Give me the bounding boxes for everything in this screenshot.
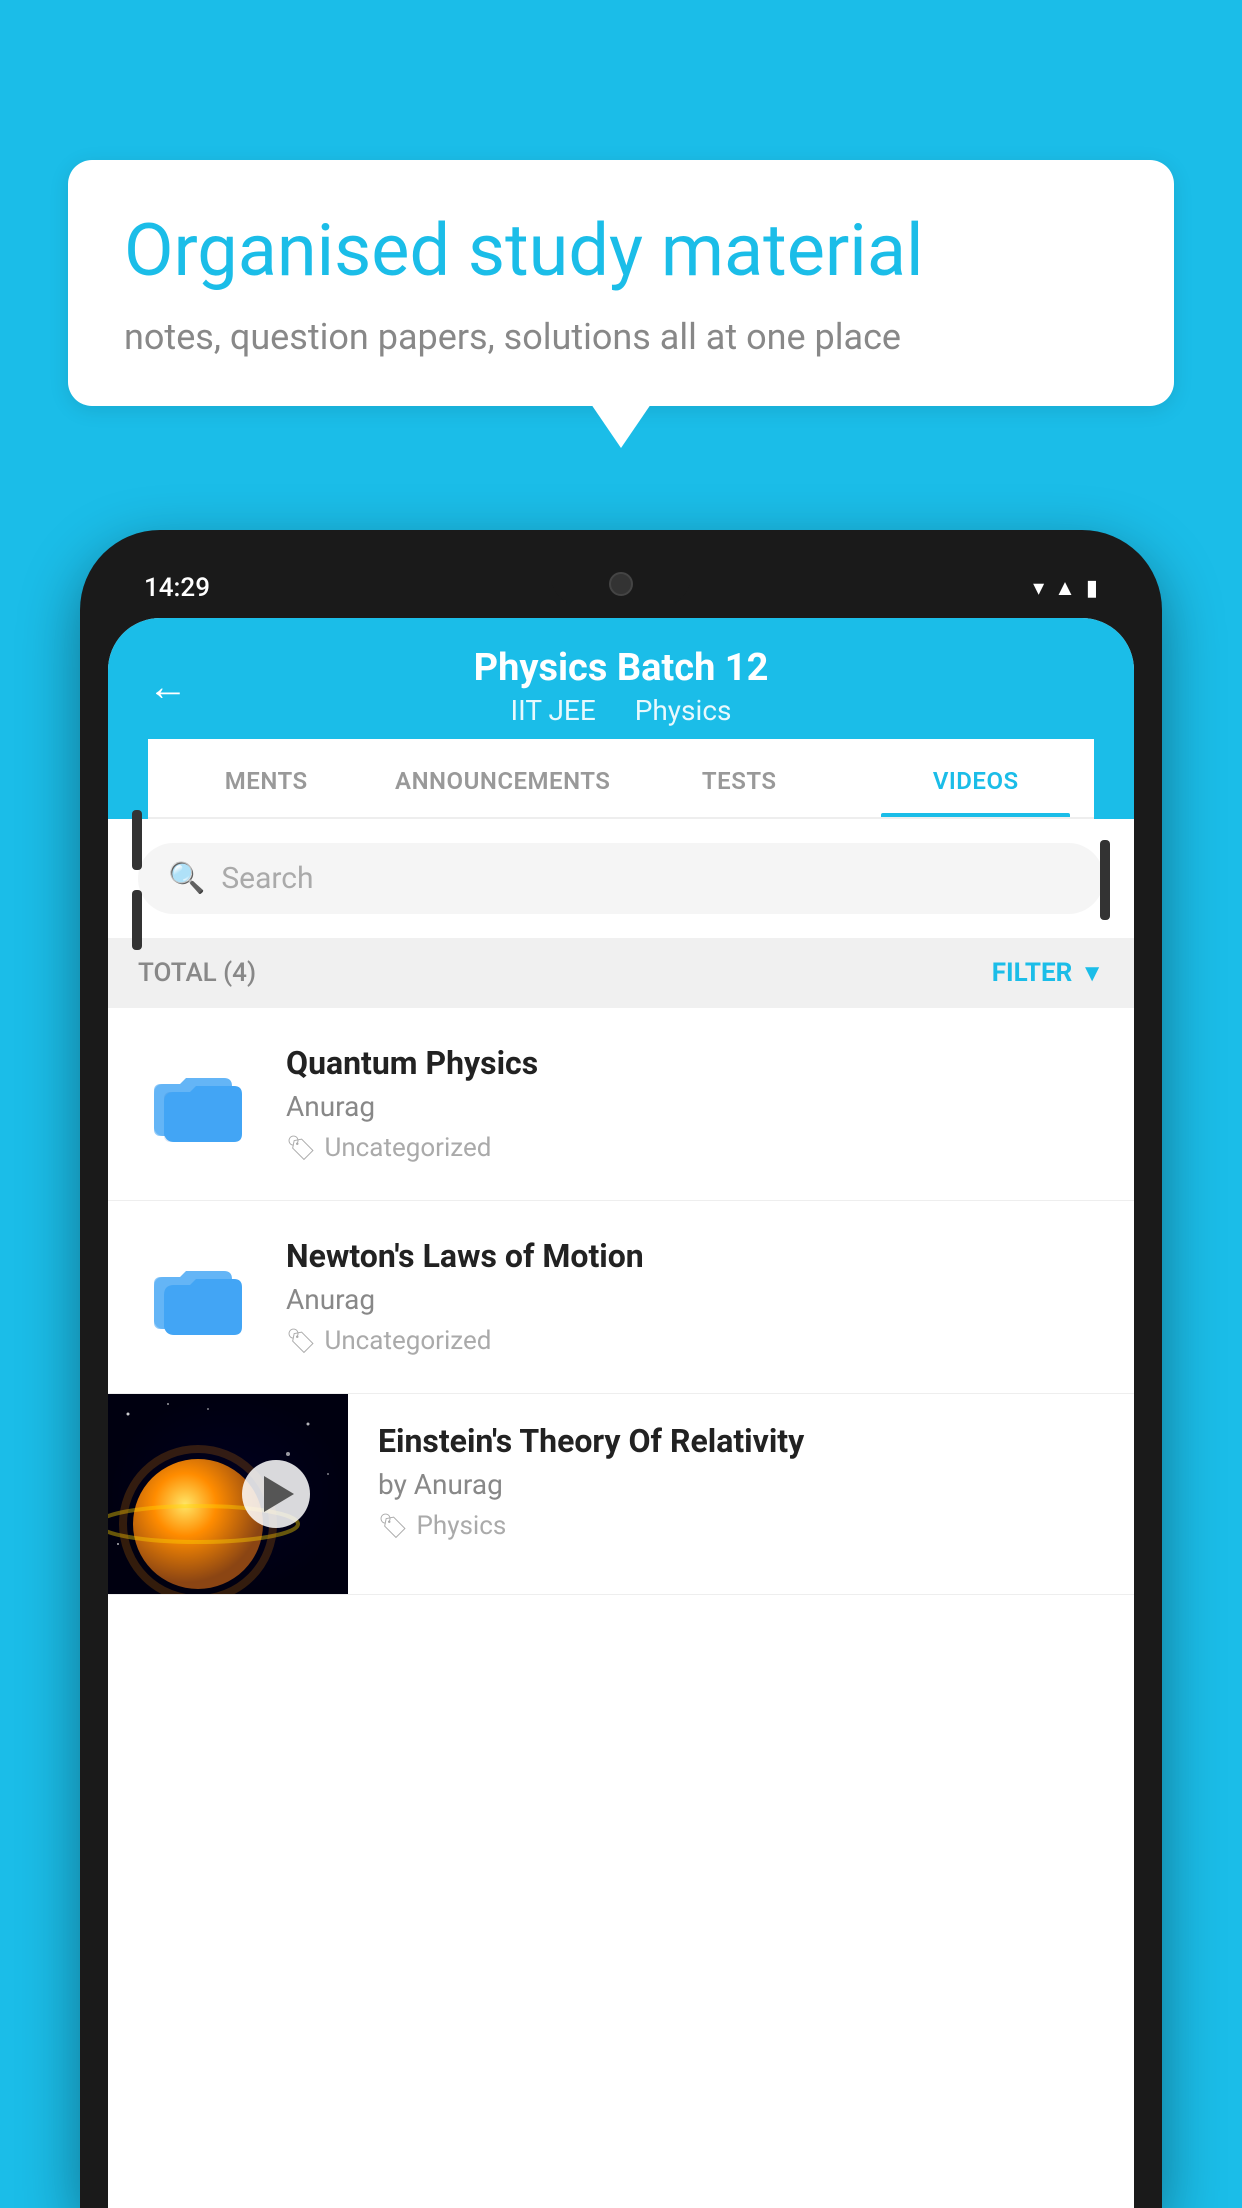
front-camera [609, 572, 633, 596]
subject-iit: IIT JEE [511, 694, 596, 727]
wifi-icon: ▾ [1033, 576, 1044, 601]
header-title-block: Physics Batch 12 IIT JEE Physics [474, 646, 769, 727]
video-tag: 🏷 Uncategorized [286, 1133, 1104, 1163]
play-triangle [264, 1476, 294, 1512]
video-folder-icon [138, 1237, 258, 1357]
speech-bubble-headline: Organised study material [124, 208, 1118, 294]
search-bar[interactable]: 🔍 Search [138, 843, 1104, 914]
video-info: Einstein's Theory Of Relativity by Anura… [348, 1394, 1134, 1569]
phone-screen: ← Physics Batch 12 IIT JEE Physics MENTS… [108, 618, 1134, 2208]
search-input[interactable]: Search [221, 861, 313, 896]
video-list: Quantum Physics Anurag 🏷 Uncategorized [108, 1008, 1134, 1595]
volume-up-button [132, 810, 142, 870]
status-icons: ▾ ▲ ▮ [1033, 575, 1098, 601]
volume-down-button [132, 890, 142, 950]
phone-shell: 14:29 ▾ ▲ ▮ ← Physics Batch 12 IIT JEE P… [80, 530, 1162, 2208]
filter-row: TOTAL (4) FILTER ▼ [108, 938, 1134, 1008]
filter-label: FILTER [992, 958, 1072, 988]
back-button[interactable]: ← [148, 663, 188, 710]
tag-icon: 🏷 [286, 1327, 316, 1355]
tag-label: Physics [416, 1511, 506, 1541]
subject-physics: Physics [635, 694, 732, 727]
video-folder-icon [138, 1044, 258, 1164]
battery-icon: ▮ [1086, 576, 1098, 601]
tab-tests[interactable]: TESTS [621, 739, 858, 817]
tag-label: Uncategorized [324, 1133, 491, 1163]
search-container: 🔍 Search [108, 819, 1134, 938]
play-button[interactable] [242, 1460, 310, 1528]
speech-bubble: Organised study material notes, question… [68, 160, 1174, 406]
video-tag: 🏷 Uncategorized [286, 1326, 1104, 1356]
tab-announcements[interactable]: ANNOUNCEMENTS [385, 739, 622, 817]
speech-bubble-subtitle: notes, question papers, solutions all at… [124, 316, 1118, 358]
video-author: Anurag [286, 1283, 1104, 1316]
status-time: 14:29 [144, 573, 210, 603]
tag-icon: 🏷 [286, 1134, 316, 1162]
video-info: Newton's Laws of Motion Anurag 🏷 Uncateg… [286, 1237, 1104, 1356]
tab-videos[interactable]: VIDEOS [858, 739, 1095, 817]
search-icon: 🔍 [168, 861, 205, 896]
list-item[interactable]: Newton's Laws of Motion Anurag 🏷 Uncateg… [108, 1201, 1134, 1394]
tag-label: Uncategorized [324, 1326, 491, 1356]
header-subtitle: IIT JEE Physics [474, 694, 769, 727]
app-header: ← Physics Batch 12 IIT JEE Physics MENTS… [108, 618, 1134, 819]
video-tag: 🏷 Physics [378, 1511, 1104, 1541]
batch-title: Physics Batch 12 [474, 646, 769, 690]
filter-button[interactable]: FILTER ▼ [992, 958, 1104, 988]
header-top: ← Physics Batch 12 IIT JEE Physics [148, 646, 1094, 739]
tab-ments[interactable]: MENTS [148, 739, 385, 817]
signal-icon: ▲ [1054, 575, 1076, 601]
video-title: Newton's Laws of Motion [286, 1237, 1104, 1275]
tag-icon: 🏷 [378, 1512, 408, 1540]
video-author: by Anurag [378, 1468, 1104, 1501]
list-item[interactable]: Quantum Physics Anurag 🏷 Uncategorized [108, 1008, 1134, 1201]
video-title: Quantum Physics [286, 1044, 1104, 1082]
tab-bar: MENTS ANNOUNCEMENTS TESTS VIDEOS [148, 739, 1094, 819]
list-item[interactable]: Einstein's Theory Of Relativity by Anura… [108, 1394, 1134, 1595]
video-thumbnail [108, 1394, 348, 1594]
video-info: Quantum Physics Anurag 🏷 Uncategorized [286, 1044, 1104, 1163]
power-button [1100, 840, 1110, 920]
filter-icon: ▼ [1080, 959, 1104, 988]
video-author: Anurag [286, 1090, 1104, 1123]
status-bar: 14:29 ▾ ▲ ▮ [108, 558, 1134, 618]
video-title: Einstein's Theory Of Relativity [378, 1422, 1104, 1460]
total-count: TOTAL (4) [138, 958, 256, 988]
